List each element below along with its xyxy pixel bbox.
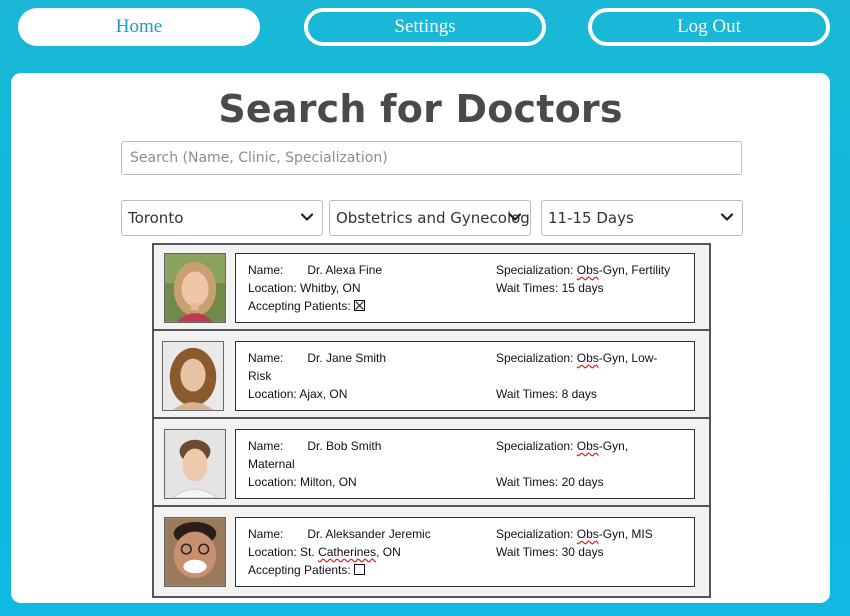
- doctor-wait-time: 20 days: [561, 475, 604, 489]
- doctor-info: Name: Dr. Aleksander Jeremic Location: St…: [235, 517, 695, 587]
- doctor-location-prefix: St.: [300, 545, 315, 559]
- doctor-photo: [164, 253, 226, 323]
- doctor-card[interactable]: Name: Dr. Aleksander Jeremic Location: St…: [154, 509, 709, 595]
- doctor-specialization-flagged: Obs: [576, 527, 599, 541]
- doctor-info: Name: Dr. Jane Smith Risk Location: Ajax,…: [235, 341, 695, 411]
- chevron-down-icon: [300, 213, 314, 221]
- doctor-location: Milton, ON: [300, 475, 357, 489]
- doctor-wait-time: 30 days: [561, 545, 604, 559]
- doctor-wait-time: 8 days: [561, 387, 597, 401]
- doctor-info: Name: Dr. Bob Smith Maternal Location: Mi…: [235, 429, 695, 499]
- doctor-location: Ajax, ON: [299, 387, 348, 401]
- wait-time-select[interactable]: 11-15 Days: [541, 200, 743, 236]
- city-select-value: Toronto: [128, 209, 184, 227]
- chevron-down-icon: [720, 213, 734, 221]
- wait-time-select-value: 11-15 Days: [548, 209, 634, 227]
- doctor-name: Dr. Alexa Fine: [307, 263, 383, 277]
- city-select[interactable]: Toronto: [121, 200, 323, 236]
- page-title: Search for Doctors: [218, 87, 623, 131]
- doctor-wait-time: 15 days: [561, 281, 604, 295]
- doctor-card[interactable]: Name: Dr. Jane Smith Risk Location: Ajax,…: [154, 333, 709, 419]
- doctor-specialization: -Gyn, Low-: [598, 351, 658, 365]
- settings-button[interactable]: Settings: [304, 8, 546, 46]
- doctor-specialization: -Gyn, MIS: [598, 527, 653, 541]
- doctor-name: Dr. Bob Smith: [307, 439, 382, 453]
- doctor-specialization-flagged: Obs: [576, 439, 599, 453]
- doctor-specialization-flagged: Obs: [576, 351, 599, 365]
- home-button[interactable]: Home: [18, 8, 260, 46]
- doctor-location: Whitby, ON: [300, 281, 361, 295]
- specialization-select[interactable]: Obstetrics and Gynecology: [329, 200, 531, 236]
- accepting-checkbox: [353, 564, 365, 575]
- logout-button[interactable]: Log Out: [588, 8, 830, 46]
- doctor-name: Dr. Aleksander Jeremic: [307, 527, 431, 541]
- doctor-specialization-continued: Maternal: [248, 457, 295, 471]
- doctor-card[interactable]: Name: Dr. Bob Smith Maternal Location: Mi…: [154, 421, 709, 507]
- specialization-select-value: Obstetrics and Gynecology: [336, 209, 531, 227]
- doctor-name: Dr. Jane Smith: [307, 351, 387, 365]
- search-input[interactable]: [121, 141, 742, 175]
- doctor-info: Name: Dr. Alexa Fine Location: Whitby, ON…: [235, 253, 695, 323]
- doctor-specialization-continued: Risk: [248, 369, 272, 383]
- doctor-photo: [164, 517, 226, 587]
- doctor-photo: [164, 429, 226, 499]
- doctor-photo: [162, 341, 224, 411]
- doctor-specialization: -Gyn, Fertility: [598, 263, 671, 277]
- doctor-location-suffix: , ON: [376, 545, 401, 559]
- chevron-down-icon: [508, 213, 522, 221]
- accepting-checkbox: [353, 300, 365, 311]
- results-list: Name: Dr. Alexa Fine Location: Whitby, ON…: [152, 243, 711, 598]
- doctor-card[interactable]: Name: Dr. Alexa Fine Location: Whitby, ON…: [154, 245, 709, 331]
- doctor-specialization: -Gyn,: [598, 439, 629, 453]
- doctor-specialization-flagged: Obs: [576, 263, 599, 277]
- main-panel: Search for Doctors Toronto Obstetrics an…: [11, 73, 830, 603]
- doctor-location-flagged: Catherines: [318, 545, 377, 559]
